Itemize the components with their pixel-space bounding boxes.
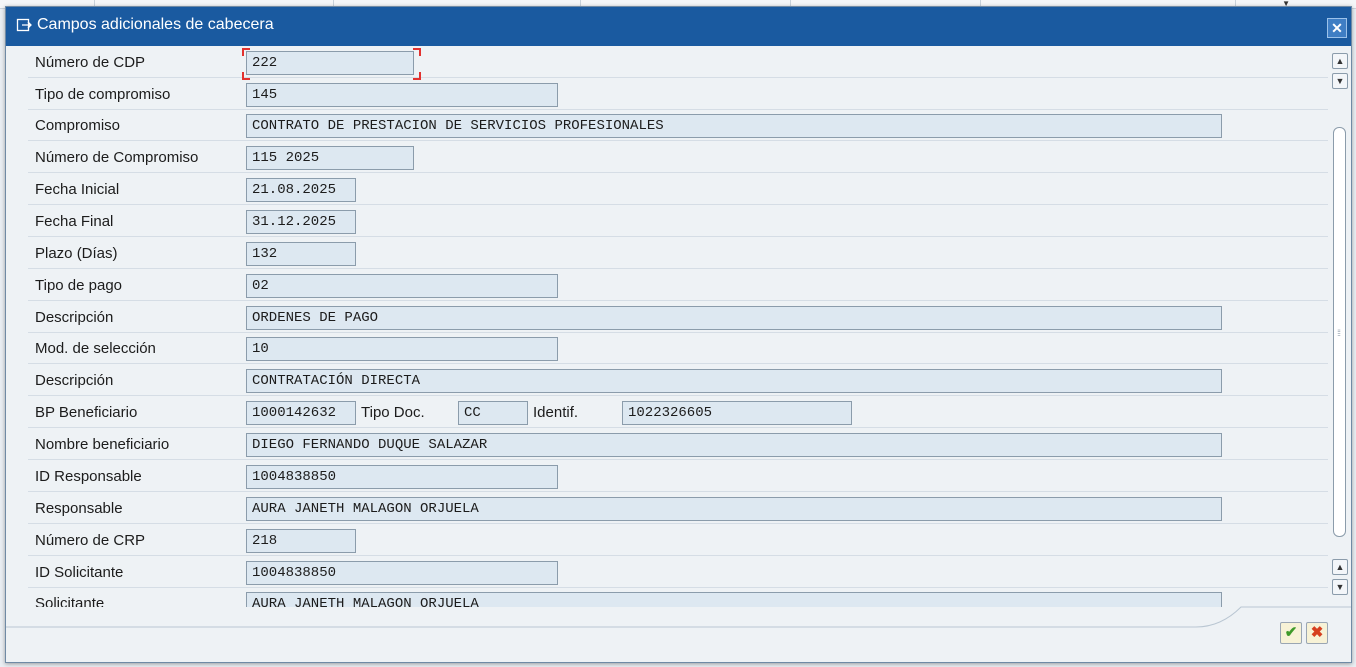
id-responsable-input[interactable]: 1004838850 <box>246 465 558 489</box>
scroll-down-button[interactable]: ▼ <box>1332 73 1348 89</box>
tipo-doc-label: Tipo Doc. <box>361 404 425 421</box>
numero-compromiso-input[interactable]: 115 2025 <box>246 146 414 170</box>
field-label: Número de Compromiso <box>35 149 199 166</box>
additional-header-fields-dialog: Campos adicionales de cabecera ✕ Número … <box>5 6 1352 663</box>
numero-crp-input[interactable]: 218 <box>246 529 356 553</box>
field-row-plazo: Plazo (Días) 132 <box>28 238 1328 269</box>
field-row-numero-compromiso: Número de Compromiso 115 2025 <box>28 142 1328 173</box>
field-row-id-responsable: ID Responsable 1004838850 <box>28 461 1328 492</box>
scroll-down-icon: ▼ <box>1335 582 1345 592</box>
field-label: Fecha Final <box>35 213 114 230</box>
field-label: Tipo de pago <box>35 277 123 294</box>
cancel-x-icon: ✖ <box>1310 624 1324 641</box>
scroll-down-icon: ▼ <box>1335 76 1345 86</box>
identif-input[interactable]: 1022326605 <box>622 401 852 425</box>
field-label: Compromiso <box>35 117 121 134</box>
field-row-responsable: Responsable AURA JANETH MALAGON ORJUELA <box>28 493 1328 524</box>
field-label: BP Beneficiario <box>35 404 138 421</box>
field-label: Descripción <box>35 372 114 389</box>
field-row-compromiso: Compromiso CONTRATO DE PRESTACION DE SER… <box>28 110 1328 141</box>
tipo-doc-input[interactable]: CC <box>458 401 528 425</box>
field-row-bp-beneficiario: BP Beneficiario 1000142632 Tipo Doc. CC … <box>28 397 1328 428</box>
field-label: Tipo de compromiso <box>35 86 171 103</box>
field-row-fecha-final: Fecha Final 31.12.2025 <box>28 206 1328 237</box>
mod-seleccion-input[interactable]: 10 <box>246 337 558 361</box>
scroll-up-button[interactable]: ▲ <box>1332 53 1348 69</box>
scroll-up-icon: ▲ <box>1335 56 1345 66</box>
field-label: Número de CDP <box>35 54 146 71</box>
close-button[interactable]: ✕ <box>1327 18 1347 38</box>
field-row-id-solicitante: ID Solicitante 1004838850 <box>28 557 1328 588</box>
field-label: Descripción <box>35 309 114 326</box>
scroll-thumb[interactable]: ⁞⁞ <box>1333 127 1346 537</box>
field-label: Responsable <box>35 500 123 517</box>
scroll-down-button-bottom[interactable]: ▼ <box>1332 579 1348 595</box>
tipo-compromiso-input[interactable]: 145 <box>246 83 558 107</box>
responsable-input[interactable]: AURA JANETH MALAGON ORJUELA <box>246 497 1222 521</box>
field-row-numero-cdp: Número de CDP 222 <box>28 47 1328 80</box>
scroll-up-icon: ▲ <box>1335 562 1345 572</box>
close-icon: ✕ <box>1331 20 1343 36</box>
nombre-beneficiario-input[interactable]: DIEGO FERNANDO DUQUE SALAZAR <box>246 433 1222 457</box>
fecha-inicial-input[interactable]: 21.08.2025 <box>246 178 356 202</box>
numero-cdp-input[interactable]: 222 <box>246 51 414 75</box>
field-row-fecha-inicial: Fecha Inicial 21.08.2025 <box>28 174 1328 205</box>
field-label: Número de CRP <box>35 532 146 549</box>
field-label: ID Solicitante <box>35 564 124 581</box>
field-row-tipo-compromiso: Tipo de compromiso 145 <box>28 79 1328 110</box>
cancel-button[interactable]: ✖ <box>1306 622 1328 644</box>
fecha-final-input[interactable]: 31.12.2025 <box>246 210 356 234</box>
fields-panel: Número de CDP 222 Tipo de compromiso 145… <box>28 47 1328 607</box>
confirm-button[interactable]: ✔ <box>1280 622 1302 644</box>
field-row-numero-crp: Número de CRP 218 <box>28 525 1328 556</box>
vertical-scrollbar[interactable]: ▲ ▼ ⁞⁞ ▲ ▼ <box>1332 47 1349 607</box>
descripcion-pago-input[interactable]: ORDENES DE PAGO <box>246 306 1222 330</box>
field-label: ID Responsable <box>35 468 142 485</box>
bp-beneficiario-input[interactable]: 1000142632 <box>246 401 356 425</box>
check-icon: ✔ <box>1284 624 1298 641</box>
field-row-descripcion-seleccion: Descripción CONTRATACIÓN DIRECTA <box>28 365 1328 396</box>
plazo-dias-input[interactable]: 132 <box>246 242 356 266</box>
focus-marker <box>242 48 250 56</box>
grip-icon: ⁞⁞ <box>1337 328 1341 338</box>
field-row-tipo-pago: Tipo de pago 02 <box>28 270 1328 301</box>
id-solicitante-input[interactable]: 1004838850 <box>246 561 558 585</box>
scroll-up-button-bottom[interactable]: ▲ <box>1332 559 1348 575</box>
dialog-titlebar[interactable]: Campos adicionales de cabecera ✕ <box>6 7 1351 46</box>
field-label: Plazo (Días) <box>35 245 118 262</box>
field-row-nombre-beneficiario: Nombre beneficiario DIEGO FERNANDO DUQUE… <box>28 429 1328 460</box>
footer-separator <box>6 606 1351 628</box>
identif-label: Identif. <box>533 404 579 421</box>
focus-marker <box>413 48 421 56</box>
tipo-pago-input[interactable]: 02 <box>246 274 558 298</box>
field-row-descripcion-pago: Descripción ORDENES DE PAGO <box>28 302 1328 333</box>
compromiso-input[interactable]: CONTRATO DE PRESTACION DE SERVICIOS PROF… <box>246 114 1222 138</box>
field-label: Fecha Inicial <box>35 181 120 198</box>
field-label: Mod. de selección <box>35 340 156 357</box>
descripcion-seleccion-input[interactable]: CONTRATACIÓN DIRECTA <box>246 369 1222 393</box>
field-label: Nombre beneficiario <box>35 436 170 453</box>
dialog-title: Campos adicionales de cabecera <box>37 16 274 33</box>
window-arrow-icon <box>16 18 32 32</box>
field-row-mod-seleccion: Mod. de selección 10 <box>28 333 1328 364</box>
